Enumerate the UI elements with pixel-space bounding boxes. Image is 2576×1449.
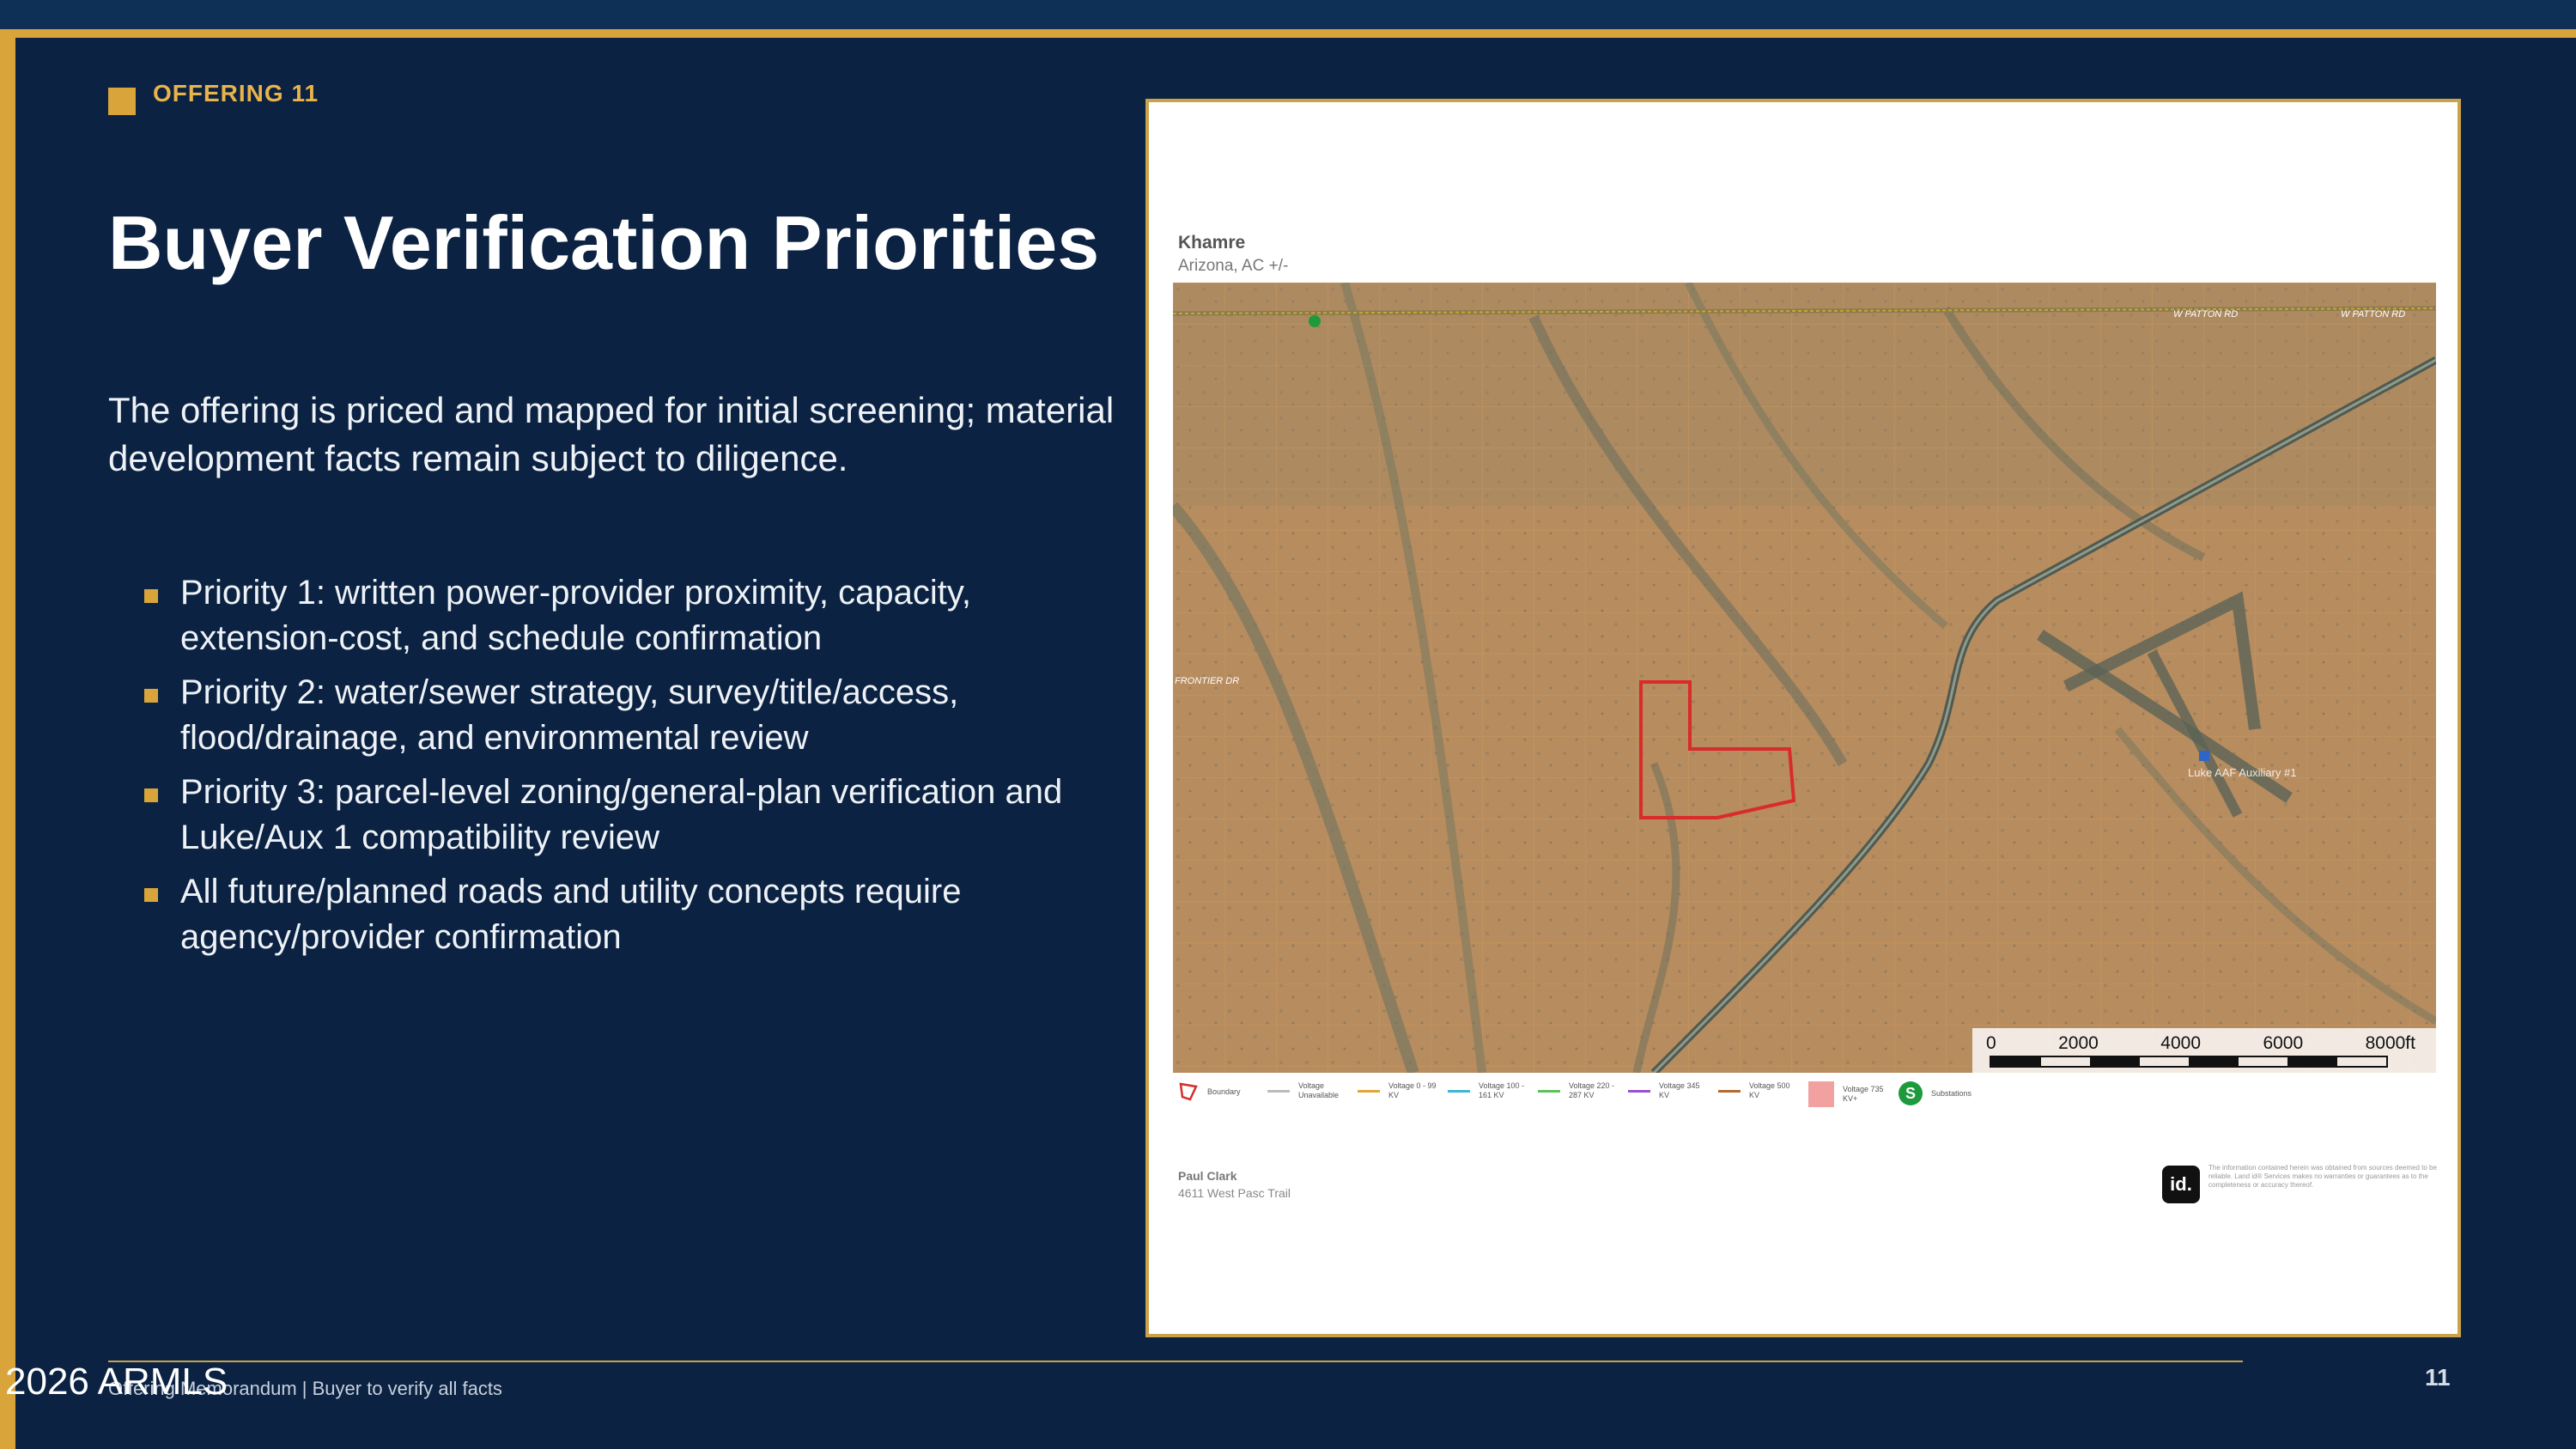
eyebrow-square-icon xyxy=(108,88,136,115)
airfield-icon xyxy=(2199,751,2209,761)
priority-text: Priority 1: written power-provider proxi… xyxy=(180,574,972,657)
legend-label: Voltage 345 KV xyxy=(1659,1081,1700,1099)
map-card: Khamre Arizona, AC +/- W PATTON RD W PAT… xyxy=(1145,99,2461,1337)
scale-label: 2000 xyxy=(2058,1033,2099,1053)
legend-item: Voltage Unavailable xyxy=(1267,1081,1348,1100)
legend-label: Voltage 500 KV xyxy=(1749,1081,1790,1099)
street-label-frontier: FRONTIER DR xyxy=(1175,676,1239,686)
scale-label: 8000ft xyxy=(2365,1033,2415,1053)
legend-item: Voltage 345 KV xyxy=(1628,1081,1709,1100)
priority-text: Priority 2: water/sewer strategy, survey… xyxy=(180,673,959,757)
slide-title: Buyer Verification Priorities xyxy=(108,200,1100,285)
voltage-swatch-icon xyxy=(1448,1089,1470,1093)
priority-item: All future/planned roads and utility con… xyxy=(144,869,1106,960)
legend-label: Substations xyxy=(1931,1088,1972,1098)
top-accent-rule xyxy=(0,29,2576,38)
map-scale-bar: 0 2000 4000 6000 8000ft xyxy=(1972,1028,2436,1073)
map-title: Khamre xyxy=(1178,233,1246,253)
voltage-swatch-icon xyxy=(1538,1089,1560,1093)
scale-label: 0 xyxy=(1986,1033,1996,1053)
bullet-square-icon xyxy=(144,589,158,603)
priority-item: Priority 2: water/sewer strategy, survey… xyxy=(144,670,1106,761)
top-bar xyxy=(0,0,2576,29)
priority-text: Priority 3: parcel-level zoning/general-… xyxy=(180,773,1063,856)
aerial-map-graphic: W PATTON RD W PATTON RD FRONTIER DR Luke… xyxy=(1173,283,2436,1073)
substation-marker-icon xyxy=(1309,315,1321,327)
scale-labels: 0 2000 4000 6000 8000ft xyxy=(1986,1033,2415,1054)
legend-item: Voltage 220 - 287 KV xyxy=(1538,1081,1619,1100)
land-id-logo: id. xyxy=(2162,1166,2200,1203)
map-preparer-address: 4611 West Pasc Trail xyxy=(1178,1186,1291,1200)
legend-item: Voltage 500 KV xyxy=(1718,1081,1799,1100)
street-label-patton: W PATTON RD xyxy=(2173,309,2238,320)
scale-label: 4000 xyxy=(2160,1033,2201,1053)
left-accent-rule xyxy=(0,29,15,1449)
legend-label: Voltage 100 - 161 KV xyxy=(1479,1081,1525,1099)
street-label-patton: W PATTON RD xyxy=(2341,309,2405,320)
legend-label: Voltage 220 - 287 KV xyxy=(1569,1081,1615,1099)
legend-item: Boundary xyxy=(1178,1081,1257,1102)
aerial-map-image: W PATTON RD W PATTON RD FRONTIER DR Luke… xyxy=(1173,283,2436,1073)
legend-item: Voltage 100 - 161 KV xyxy=(1448,1081,1528,1100)
priority-list: Priority 1: written power-provider proxi… xyxy=(144,570,1106,969)
boundary-swatch-icon xyxy=(1179,1082,1198,1101)
bullet-square-icon xyxy=(144,689,158,703)
priority-item: Priority 3: parcel-level zoning/general-… xyxy=(144,770,1106,861)
map-preparer-name: Paul Clark xyxy=(1178,1169,1237,1183)
intro-paragraph: The offering is priced and mapped for in… xyxy=(108,390,1115,478)
voltage-swatch-icon xyxy=(1628,1089,1650,1093)
voltage-swatch-icon xyxy=(1267,1089,1290,1093)
bullet-square-icon xyxy=(144,788,158,802)
airfield-label: Luke AAF Auxiliary #1 xyxy=(2188,766,2296,779)
map-disclaimer: The information contained herein was obt… xyxy=(2208,1164,2437,1189)
copyright-watermark: 2026 ARMLS xyxy=(5,1361,228,1403)
map-subtitle: Arizona, AC +/- xyxy=(1178,257,1289,275)
page-number: 11 xyxy=(2425,1364,2451,1391)
legend-label: Voltage 735 KV+ xyxy=(1843,1085,1884,1103)
voltage-swatch-icon xyxy=(1358,1089,1380,1093)
scale-label: 6000 xyxy=(2263,1033,2304,1053)
footer-rule xyxy=(108,1361,2243,1362)
legend-item: Voltage 735 KV+ xyxy=(1808,1081,1893,1107)
bullet-square-icon xyxy=(144,888,158,902)
legend-item: Voltage 0 - 99 KV xyxy=(1358,1081,1438,1100)
substation-icon: S xyxy=(1899,1081,1923,1105)
scale-ticks xyxy=(1990,1056,2388,1068)
legend-label: Voltage 0 - 99 KV xyxy=(1388,1081,1437,1099)
section-eyebrow: OFFERING 11 xyxy=(108,72,319,115)
priority-item: Priority 1: written power-provider proxi… xyxy=(144,570,1106,661)
map-legend: Boundary Voltage Unavailable Voltage 0 -… xyxy=(1173,1081,2436,1116)
legend-item: S Substations xyxy=(1899,1081,1981,1105)
eyebrow-label: OFFERING 11 xyxy=(153,80,319,107)
legend-label: Boundary xyxy=(1207,1087,1241,1096)
voltage-swatch-icon xyxy=(1808,1081,1834,1107)
priority-text: All future/planned roads and utility con… xyxy=(180,873,962,956)
voltage-swatch-icon xyxy=(1718,1089,1741,1093)
legend-label: Voltage Unavailable xyxy=(1298,1081,1340,1099)
